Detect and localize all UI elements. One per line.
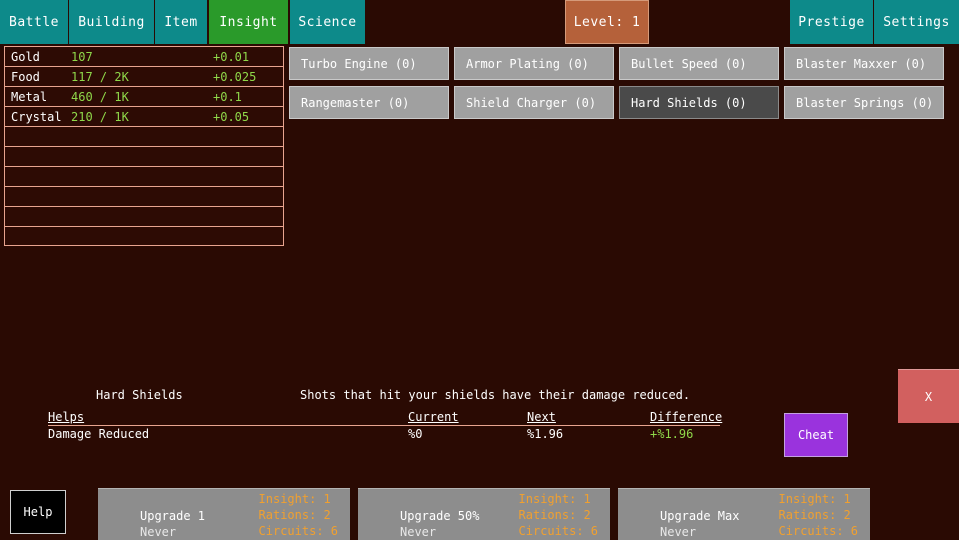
cost-insight: Insight: 1	[778, 492, 851, 506]
resource-panel: Gold 107 +0.01 Food 117 / 2K +0.025 Meta…	[4, 46, 284, 246]
purchase-upgrade-50[interactable]: Upgrade 50% Never Insight: 1 Rations: 2 …	[358, 488, 610, 540]
cost-rations: Rations: 2	[258, 508, 331, 522]
resource-amount: 210 / 1K	[71, 110, 129, 124]
upgrade-bullet-speed[interactable]: Bullet Speed (0)	[619, 47, 779, 80]
header-next: Next	[527, 410, 556, 424]
detail-description: Shots that hit your shields have their d…	[300, 388, 691, 402]
purchase-label: Upgrade 1 Never	[140, 508, 205, 540]
purchase-label: Upgrade 50% Never	[400, 508, 479, 540]
purchase-subtitle: Never	[660, 525, 697, 539]
resource-row: Metal 460 / 1K +0.1	[5, 87, 283, 107]
detail-table-header: Helps Current Next Difference	[48, 410, 723, 426]
cost-circuits: Circuits: 6	[518, 524, 598, 538]
tab-insight-label: Insight	[219, 14, 278, 30]
tab-settings-label: Settings	[883, 14, 950, 30]
tab-building[interactable]: Building	[69, 0, 155, 44]
purchase-costs: Insight: 1 Rations: 2 Circuits: 6	[259, 491, 338, 539]
resource-row-empty	[5, 207, 283, 227]
upgrade-label: Shield Charger (0)	[466, 95, 597, 110]
tab-prestige-label: Prestige	[798, 14, 865, 30]
level-badge[interactable]: Level: 1	[565, 0, 649, 44]
upgrade-label: Armor Plating (0)	[466, 56, 589, 71]
help-button[interactable]: Help	[10, 490, 66, 534]
cost-insight: Insight: 1	[258, 492, 331, 506]
tab-building-label: Building	[78, 14, 145, 30]
resource-row-empty	[5, 167, 283, 187]
tab-insight[interactable]: Insight	[209, 0, 289, 44]
help-button-label: Help	[23, 505, 53, 519]
purchase-label: Upgrade Max Never	[660, 508, 739, 540]
upgrade-turbo-engine[interactable]: Turbo Engine (0)	[289, 47, 449, 80]
resource-name: Food	[11, 70, 40, 84]
detail-stat-difference: +%1.96	[650, 427, 694, 441]
resource-rate: +0.05	[213, 110, 250, 124]
tab-item[interactable]: Item	[155, 0, 208, 44]
upgrade-rangemaster[interactable]: Rangemaster (0)	[289, 86, 449, 119]
resource-row: Crystal 210 / 1K +0.05	[5, 107, 283, 127]
resource-row-empty	[5, 127, 283, 147]
upgrade-label: Blaster Maxxer (0)	[796, 56, 927, 71]
upgrade-armor-plating[interactable]: Armor Plating (0)	[454, 47, 614, 80]
cheat-button-label: Cheat	[797, 428, 835, 442]
resource-rate: +0.1	[213, 90, 242, 104]
level-badge-label: Level: 1	[573, 14, 641, 30]
tab-science-label: Science	[298, 14, 357, 30]
header-difference: Difference	[650, 410, 723, 424]
upgrade-label: Bullet Speed (0)	[631, 56, 747, 71]
upgrade-shield-charger[interactable]: Shield Charger (0)	[454, 86, 614, 119]
detail-stat-label: Damage Reduced	[48, 427, 150, 441]
purchase-costs: Insight: 1 Rations: 2 Circuits: 6	[519, 491, 598, 539]
resource-row-empty	[5, 187, 283, 207]
close-button[interactable]: X	[898, 369, 959, 423]
resource-row-empty	[5, 147, 283, 167]
cost-rations: Rations: 2	[518, 508, 591, 522]
purchase-subtitle: Never	[400, 525, 437, 539]
upgrade-label: Turbo Engine (0)	[301, 56, 417, 71]
resource-name: Gold	[11, 50, 40, 64]
resource-rate: +0.01	[213, 50, 250, 64]
resource-rate: +0.025	[213, 70, 257, 84]
resource-row: Food 117 / 2K +0.025	[5, 67, 283, 87]
purchase-upgrade-max[interactable]: Upgrade Max Never Insight: 1 Rations: 2 …	[618, 488, 870, 540]
cost-circuits: Circuits: 6	[258, 524, 338, 538]
upgrade-detail-panel: Hard Shields Shots that hit your shields…	[0, 388, 780, 448]
purchase-costs: Insight: 1 Rations: 2 Circuits: 6	[779, 491, 858, 539]
resource-name: Metal	[11, 90, 48, 104]
resource-row-empty	[5, 227, 283, 247]
upgrade-blaster-maxxer[interactable]: Blaster Maxxer (0)	[784, 47, 944, 80]
top-tab-bar: Battle Building Item Insight Science Lev…	[0, 0, 959, 44]
detail-title: Hard Shields	[96, 388, 183, 402]
purchase-title: Upgrade 1	[140, 509, 206, 523]
cheat-button[interactable]: Cheat	[784, 413, 848, 457]
tab-battle-label: Battle	[9, 14, 59, 30]
detail-stat-current: %0	[408, 427, 423, 441]
purchase-upgrade-1[interactable]: Upgrade 1 Never Insight: 1 Rations: 2 Ci…	[98, 488, 350, 540]
upgrade-label: Hard Shields (0)	[631, 95, 747, 110]
purchase-title: Upgrade Max	[660, 509, 740, 523]
resource-amount: 460 / 1K	[71, 90, 129, 104]
close-icon: X	[924, 389, 933, 404]
cost-circuits: Circuits: 6	[778, 524, 858, 538]
detail-stat-next: %1.96	[527, 427, 564, 441]
header-helps: Helps	[48, 410, 85, 424]
cost-insight: Insight: 1	[518, 492, 591, 506]
upgrade-label: Blaster Springs (0)	[796, 95, 934, 110]
upgrade-blaster-springs[interactable]: Blaster Springs (0)	[784, 86, 944, 119]
resource-amount: 117 / 2K	[71, 70, 129, 84]
tab-prestige[interactable]: Prestige	[790, 0, 874, 44]
upgrade-label: Rangemaster (0)	[301, 95, 410, 110]
resource-name: Crystal	[11, 110, 62, 124]
header-current: Current	[408, 410, 459, 424]
tab-item-label: Item	[164, 14, 198, 30]
upgrade-hard-shields[interactable]: Hard Shields (0)	[619, 86, 779, 119]
cost-rations: Rations: 2	[778, 508, 851, 522]
tab-battle[interactable]: Battle	[0, 0, 69, 44]
tab-settings[interactable]: Settings	[874, 0, 959, 44]
resource-row: Gold 107 +0.01	[5, 47, 283, 67]
detail-table-row: Damage Reduced %0 %1.96 +%1.96	[48, 427, 720, 443]
tab-science[interactable]: Science	[290, 0, 366, 44]
resource-amount: 107	[71, 50, 93, 64]
purchase-title: Upgrade 50%	[400, 509, 480, 523]
purchase-subtitle: Never	[140, 525, 177, 539]
